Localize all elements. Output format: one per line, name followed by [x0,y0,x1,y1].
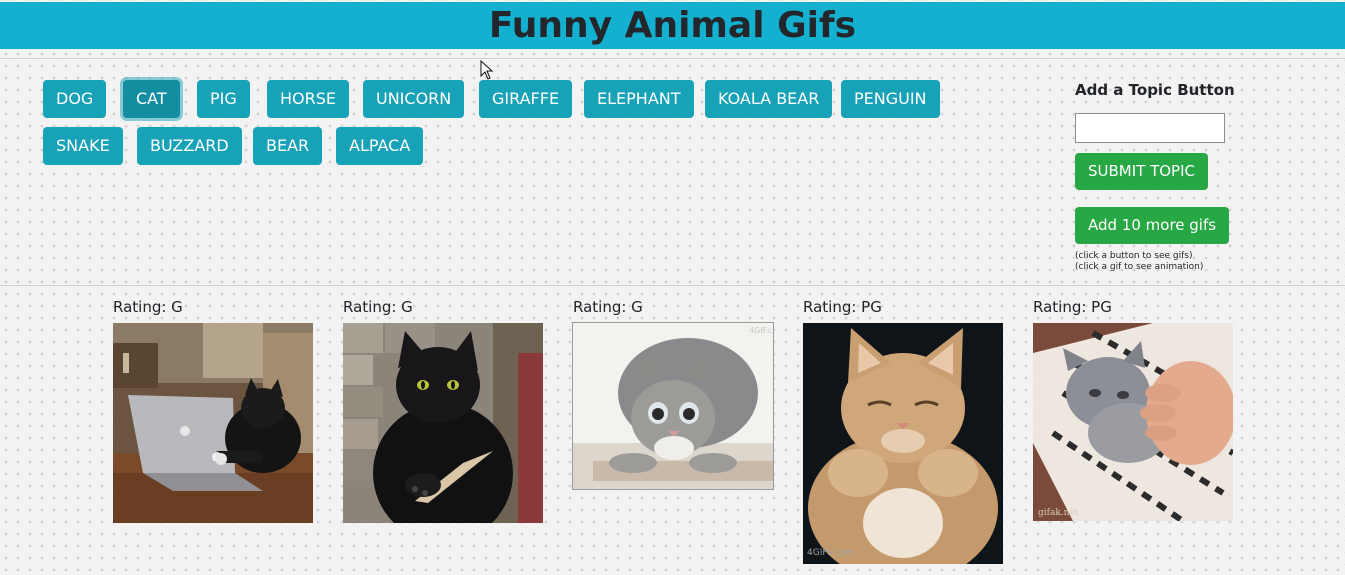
topic-button-buzzard[interactable]: BUZZARD [137,127,242,165]
topic-button-bear[interactable]: BEAR [253,127,323,165]
add-more-gifs-button[interactable]: Add 10 more gifs [1075,207,1230,244]
page-title: Funny Animal Gifs [488,5,857,46]
topic-button-alpaca[interactable]: ALPACA [336,127,424,165]
help-text-buttons: (click a button to see gifs) [1075,251,1193,261]
topic-button-dog[interactable]: DOG [43,80,107,118]
add-topic-heading: Add a Topic Button [1075,81,1235,99]
gif-watermark: gifak.net [1038,508,1079,518]
topic-button-snake[interactable]: SNAKE [43,127,123,165]
topic-button-giraffe[interactable]: GIRAFFE [479,80,573,118]
topic-button-pig[interactable]: PIG [197,80,250,118]
gif-rating: Rating: G [343,298,413,316]
topic-button-horse[interactable]: HORSE [267,80,350,118]
gif-rating: Rating: PG [1033,298,1112,316]
help-text-animation: (click a gif to see animation) [1075,262,1204,272]
content-divider [0,285,1345,286]
topic-button-penguin[interactable]: PENGUIN [841,80,940,118]
gif-image-orange-kitten[interactable]: 4GIFs.com [803,323,1003,564]
topic-input[interactable] [1075,113,1225,143]
gif-rating: Rating: G [113,298,183,316]
page-header: Funny Animal Gifs [0,2,1345,49]
gif-watermark: 4GIFs.com [807,548,854,558]
header-divider [0,58,1345,59]
gif-image-cat-nail-file[interactable] [343,323,543,523]
submit-topic-button[interactable]: SUBMIT TOPIC [1075,153,1208,190]
mouse-cursor-icon [480,59,494,84]
gif-rating: Rating: G [573,298,643,316]
gif-watermark: 4GIFs.com [749,326,773,335]
gif-image-grey-kitten[interactable]: gifak.net [1033,323,1233,521]
topic-button-cat[interactable]: CAT [123,80,180,118]
gif-rating: Rating: PG [803,298,882,316]
topic-button-koala-bear[interactable]: KOALA BEAR [705,80,833,118]
topic-button-elephant[interactable]: ELEPHANT [584,80,694,118]
gif-image-tabby-kitten[interactable]: 4GIFs.com [572,322,774,490]
topic-button-unicorn[interactable]: UNICORN [363,80,465,118]
gif-image-cat-laptop[interactable] [113,323,313,523]
